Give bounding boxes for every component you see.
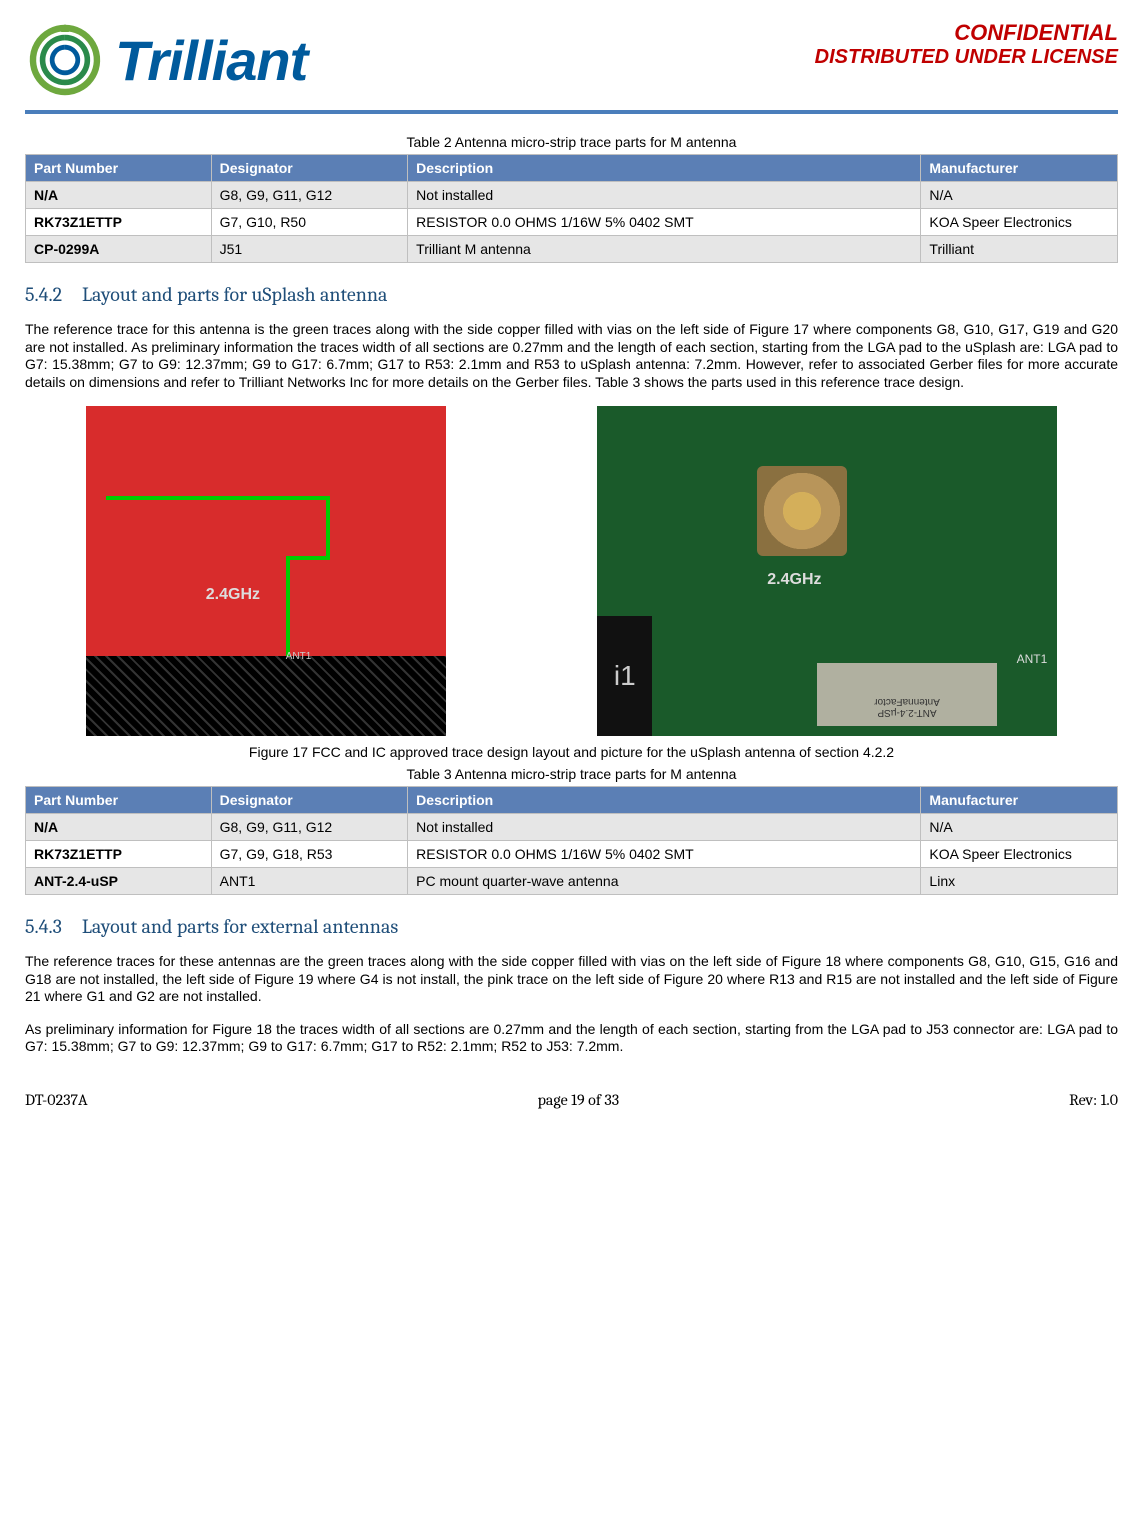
table-row: ANT-2.4-uSP ANT1 PC mount quarter-wave a… <box>26 868 1118 895</box>
section-543-heading: 5.4.3Layout and parts for external anten… <box>25 915 1118 938</box>
figure17-row: 2.4GHz ANT1 2.4GHz ANT1 ANT-2.4-µSPAnten… <box>25 406 1118 736</box>
table-row: RK73Z1ETTP G7, G10, R50 RESISTOR 0.0 OHM… <box>26 209 1118 236</box>
table-row: CP-0299A J51 Trilliant M antenna Trillia… <box>26 236 1118 263</box>
figure17-layout: 2.4GHz ANT1 <box>86 406 446 736</box>
th-desc: Description <box>408 155 921 182</box>
edge-mark: i1 <box>597 616 652 736</box>
th-part: Part Number <box>26 787 212 814</box>
section-542-heading: 5.4.2Layout and parts for uSplash antenn… <box>25 283 1118 306</box>
logo-text: Trilliant <box>115 28 307 93</box>
th-mfr: Manufacturer <box>921 155 1118 182</box>
th-desc: Description <box>408 787 921 814</box>
th-mfr: Manufacturer <box>921 787 1118 814</box>
trilliant-logo-icon <box>25 20 105 100</box>
table-row: N/A G8, G9, G11, G12 Not installed N/A <box>26 814 1118 841</box>
rev: Rev: 1.0 <box>1069 1091 1118 1109</box>
header-rule <box>25 110 1118 114</box>
th-part: Part Number <box>26 155 212 182</box>
table-row: RK73Z1ETTP G7, G9, G18, R53 RESISTOR 0.0… <box>26 841 1118 868</box>
distributed-label: DISTRIBUTED UNDER LICENSE <box>815 46 1118 69</box>
logo: Trilliant <box>25 20 307 100</box>
table2-caption: Table 2 Antenna micro-strip trace parts … <box>25 134 1118 150</box>
table3-caption: Table 3 Antenna micro-strip trace parts … <box>25 766 1118 782</box>
section-543-body2: As preliminary information for Figure 18… <box>25 1021 1118 1056</box>
confidential-label: CONFIDENTIAL <box>815 20 1118 46</box>
table2: Part Number Designator Description Manuf… <box>25 154 1118 263</box>
figure17-photo: 2.4GHz ANT1 ANT-2.4-µSPAntennaFactor i1 <box>597 406 1057 736</box>
page-footer: DT-0237A page 19 of 33 Rev: 1.0 <box>25 1091 1118 1109</box>
th-desig: Designator <box>211 155 408 182</box>
page-number: page 19 of 33 <box>538 1091 620 1109</box>
table-row: N/A G8, G9, G11, G12 Not installed N/A <box>26 182 1118 209</box>
table3: Part Number Designator Description Manuf… <box>25 786 1118 895</box>
section-542-body: The reference trace for this antenna is … <box>25 321 1118 391</box>
sma-connector-icon <box>757 466 847 556</box>
section-543-body1: The reference traces for these antennas … <box>25 953 1118 1006</box>
th-desig: Designator <box>211 787 408 814</box>
confidential-block: CONFIDENTIAL DISTRIBUTED UNDER LICENSE <box>815 20 1118 69</box>
antenna-chip: ANT-2.4-µSPAntennaFactor <box>817 663 997 726</box>
page-header: Trilliant CONFIDENTIAL DISTRIBUTED UNDER… <box>25 20 1118 100</box>
doc-id: DT-0237A <box>25 1091 88 1109</box>
figure17-caption: Figure 17 FCC and IC approved trace desi… <box>25 744 1118 760</box>
